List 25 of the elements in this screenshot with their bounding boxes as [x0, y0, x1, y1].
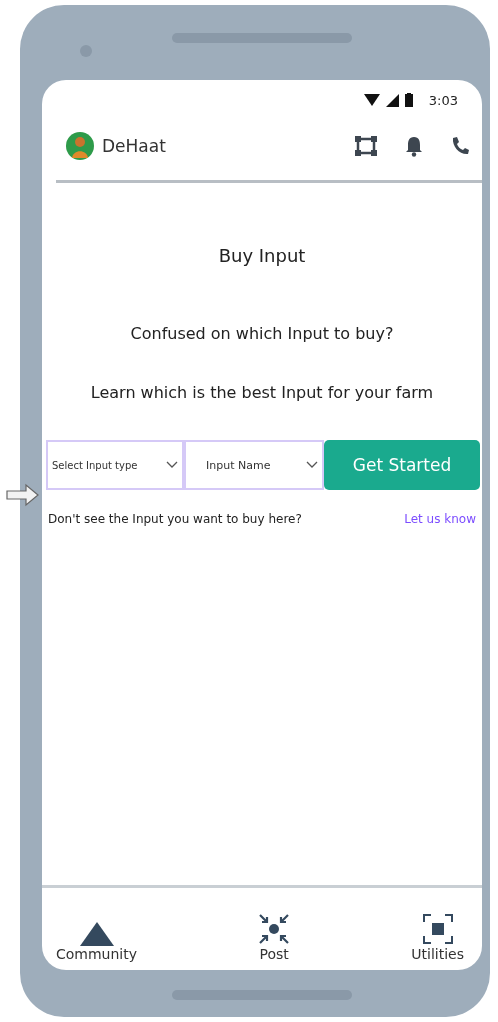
- help-text: Don't see the Input you want to buy here?: [48, 512, 302, 526]
- avatar-icon: [66, 132, 94, 160]
- subtitle-text: Learn which is the best Input for your farm: [89, 383, 435, 402]
- question-text: Confused on which Input to buy?: [129, 324, 395, 343]
- nav-item[interactable]: Utilities: [411, 912, 464, 970]
- triangle-icon: [79, 922, 114, 946]
- nav-item[interactable]: Post: [257, 912, 292, 970]
- bell-icon[interactable]: [404, 135, 424, 157]
- wifi-icon: [363, 94, 380, 106]
- phone-icon[interactable]: [450, 135, 470, 157]
- battery-icon: [404, 93, 413, 107]
- signal-icon: [385, 93, 399, 107]
- app-name: DeHaat: [102, 136, 166, 156]
- status-time: 3:03: [428, 92, 458, 108]
- page-title: Buy Input: [217, 245, 307, 266]
- input-name-dropdown[interactable]: Input Name: [184, 440, 324, 490]
- frame-icon[interactable]: [354, 135, 378, 157]
- chevron-down-icon: [166, 461, 178, 469]
- nav-item[interactable]: Community: [56, 922, 138, 970]
- converging-arrows-icon: [257, 912, 292, 946]
- chevron-down-icon: [306, 461, 318, 469]
- focus-square-icon: [420, 912, 455, 946]
- arrow-icon: [6, 483, 40, 507]
- input-type-dropdown[interactable]: Select Input type: [46, 440, 184, 490]
- let-us-know-link[interactable]: Let us know: [404, 512, 476, 526]
